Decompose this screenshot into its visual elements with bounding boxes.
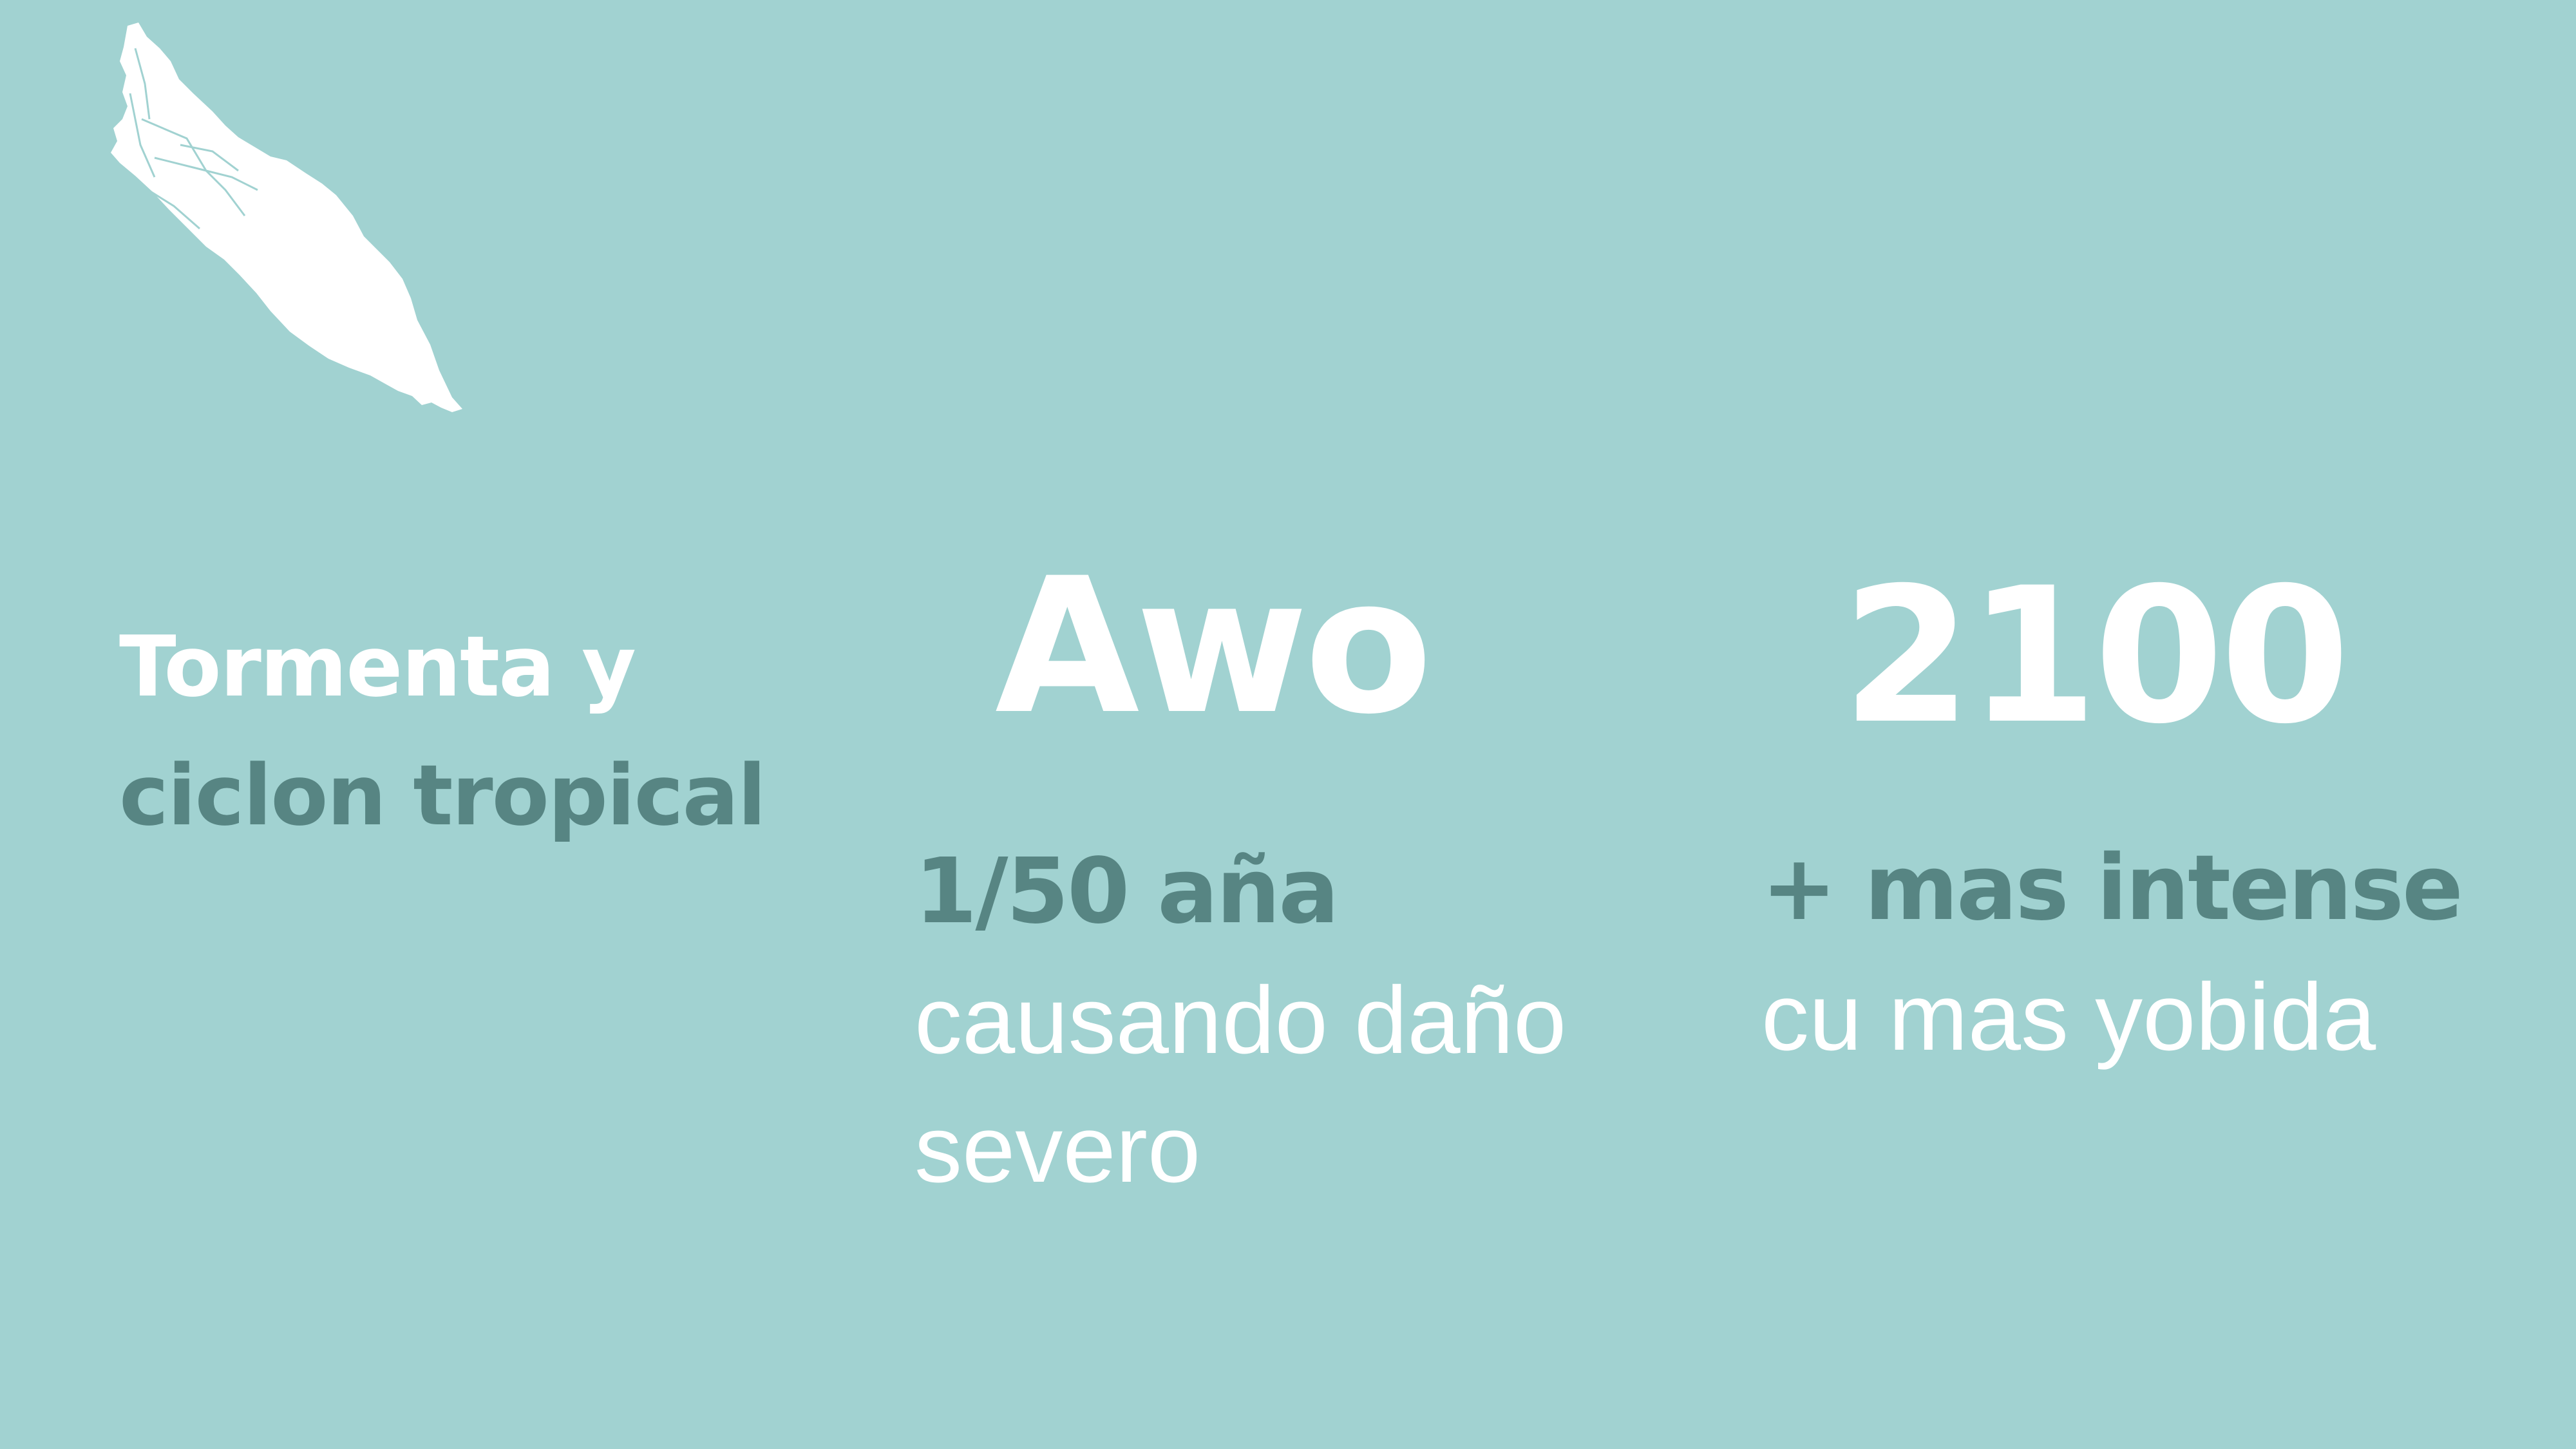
hazard-title-line2: ciclon tropical	[119, 746, 766, 844]
current-description-line2: severo	[914, 1096, 1201, 1202]
current-period-value: Awo	[995, 538, 1433, 755]
future-period-label: 2100	[1842, 548, 2350, 765]
hazard-title-line1: Tormenta y	[119, 618, 636, 715]
current-description-line1: causando daño	[914, 967, 1567, 1074]
future-period-value: 2100	[1842, 548, 2350, 765]
future-description-line1: cu mas yobida	[1761, 964, 2376, 1070]
hazard-title: Tormenta y ciclon tropical	[119, 602, 766, 860]
future-change: + mas intense	[1761, 836, 2463, 941]
current-period-details: 1/50 aña causando daño severo	[914, 828, 1566, 1214]
island-map-icon	[111, 23, 462, 412]
current-frequency: 1/50 aña	[914, 839, 1340, 944]
future-period-details: + mas intense cu mas yobida	[1761, 824, 2463, 1082]
current-period-label: Awo	[995, 538, 1433, 755]
